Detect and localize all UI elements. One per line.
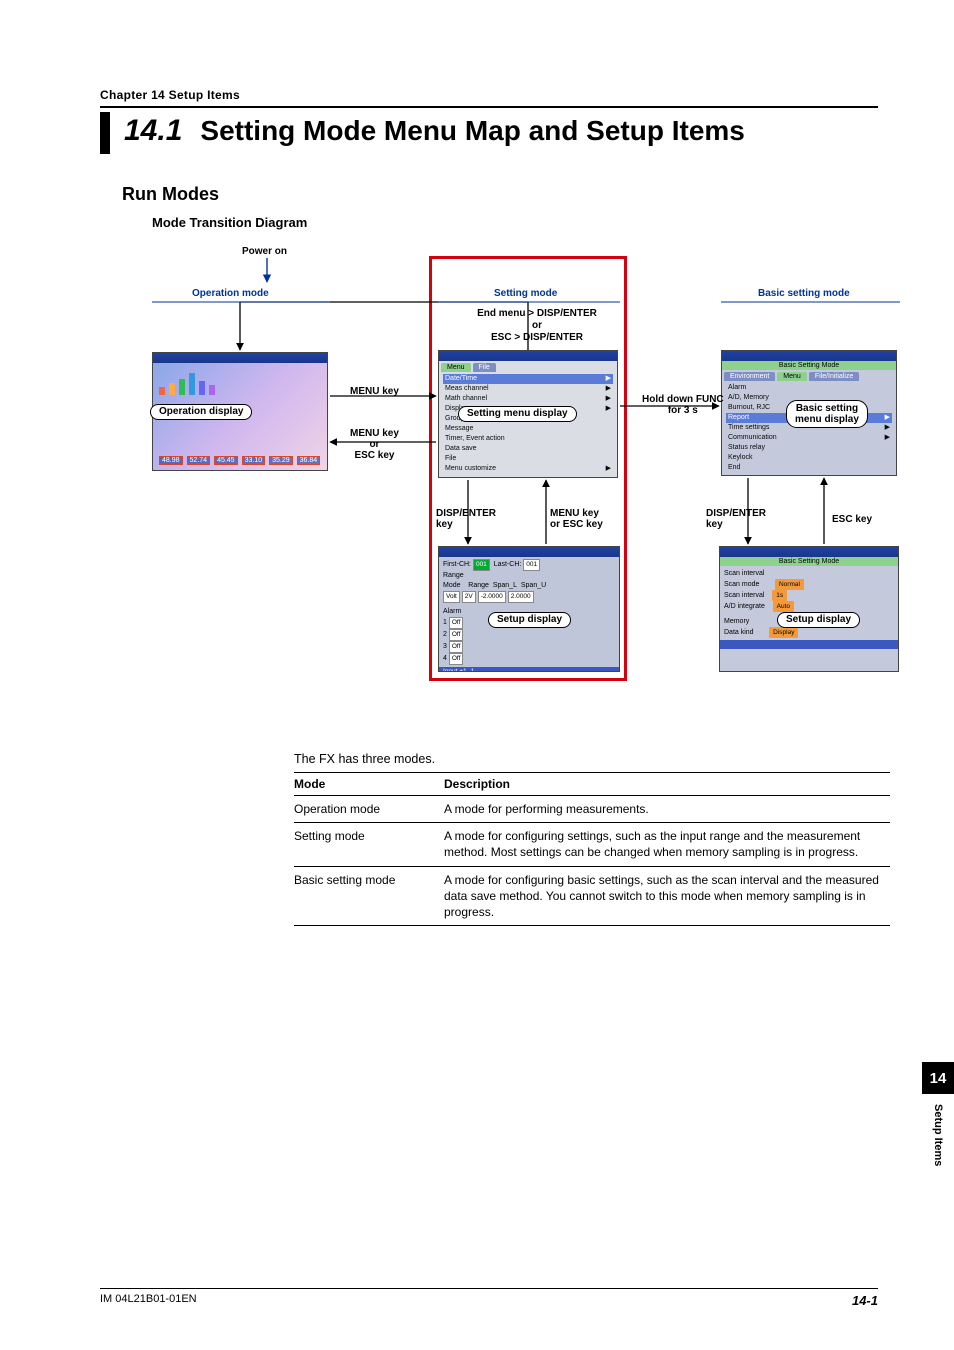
label-basic-setting-mode: Basic setting mode <box>758 288 850 299</box>
page-footer: IM 04L21B01-01EN 14-1 <box>100 1288 878 1308</box>
side-chapter-tab: 14 <box>922 1062 954 1094</box>
page: Chapter 14 Setup Items 14.1 Setting Mode … <box>0 0 954 1350</box>
modes-table: Mode Description Operation modeA mode fo… <box>294 772 890 926</box>
table-row: Basic setting modeA mode for configuring… <box>294 866 890 926</box>
label-menu-key-1: MENU key <box>350 386 399 397</box>
label-esc-key: ESC key <box>832 514 872 525</box>
pill-basic-setting-menu-display: Basic setting menu display <box>786 400 868 428</box>
red-highlight-box <box>429 256 627 681</box>
table-row: Operation modeA mode for performing meas… <box>294 796 890 823</box>
label-disp-enter-2: DISP/ENTER key <box>706 508 766 530</box>
heading-text: Setting Mode Menu Map and Setup Items <box>200 115 744 146</box>
heading-number: 14.1 <box>124 114 182 147</box>
subheading-run-modes: Run Modes <box>122 184 878 205</box>
footer-doc-id: IM 04L21B01-01EN <box>100 1293 197 1308</box>
label-hold-func: Hold down FUNC for 3 s <box>642 394 724 416</box>
pill-setup-display-2: Setup display <box>777 612 860 628</box>
label-power-on: Power on <box>242 246 287 257</box>
mode-transition-diagram: Power on Operation mode Setting mode Bas… <box>152 246 922 726</box>
chapter-header: Chapter 14 Setup Items <box>100 88 878 108</box>
heading-bar <box>100 112 110 154</box>
th-description: Description <box>444 773 890 796</box>
section-heading: 14.1 Setting Mode Menu Map and Setup Item… <box>100 112 878 154</box>
intro-text: The FX has three modes. <box>294 752 878 766</box>
label-operation-mode: Operation mode <box>192 288 269 299</box>
label-menu-or-esc: MENU key or ESC key <box>350 428 399 461</box>
table-row: Setting modeA mode for configuring setti… <box>294 823 890 866</box>
pill-operation-display: Operation display <box>150 404 252 420</box>
screenshot-basic-setup-display: Basic Setting Mode Scan interval Scan mo… <box>719 546 899 672</box>
side-chapter-label: Setup Items <box>932 1104 944 1166</box>
subheading-diagram: Mode Transition Diagram <box>152 215 878 230</box>
footer-page-number: 14-1 <box>852 1293 878 1308</box>
th-mode: Mode <box>294 773 444 796</box>
